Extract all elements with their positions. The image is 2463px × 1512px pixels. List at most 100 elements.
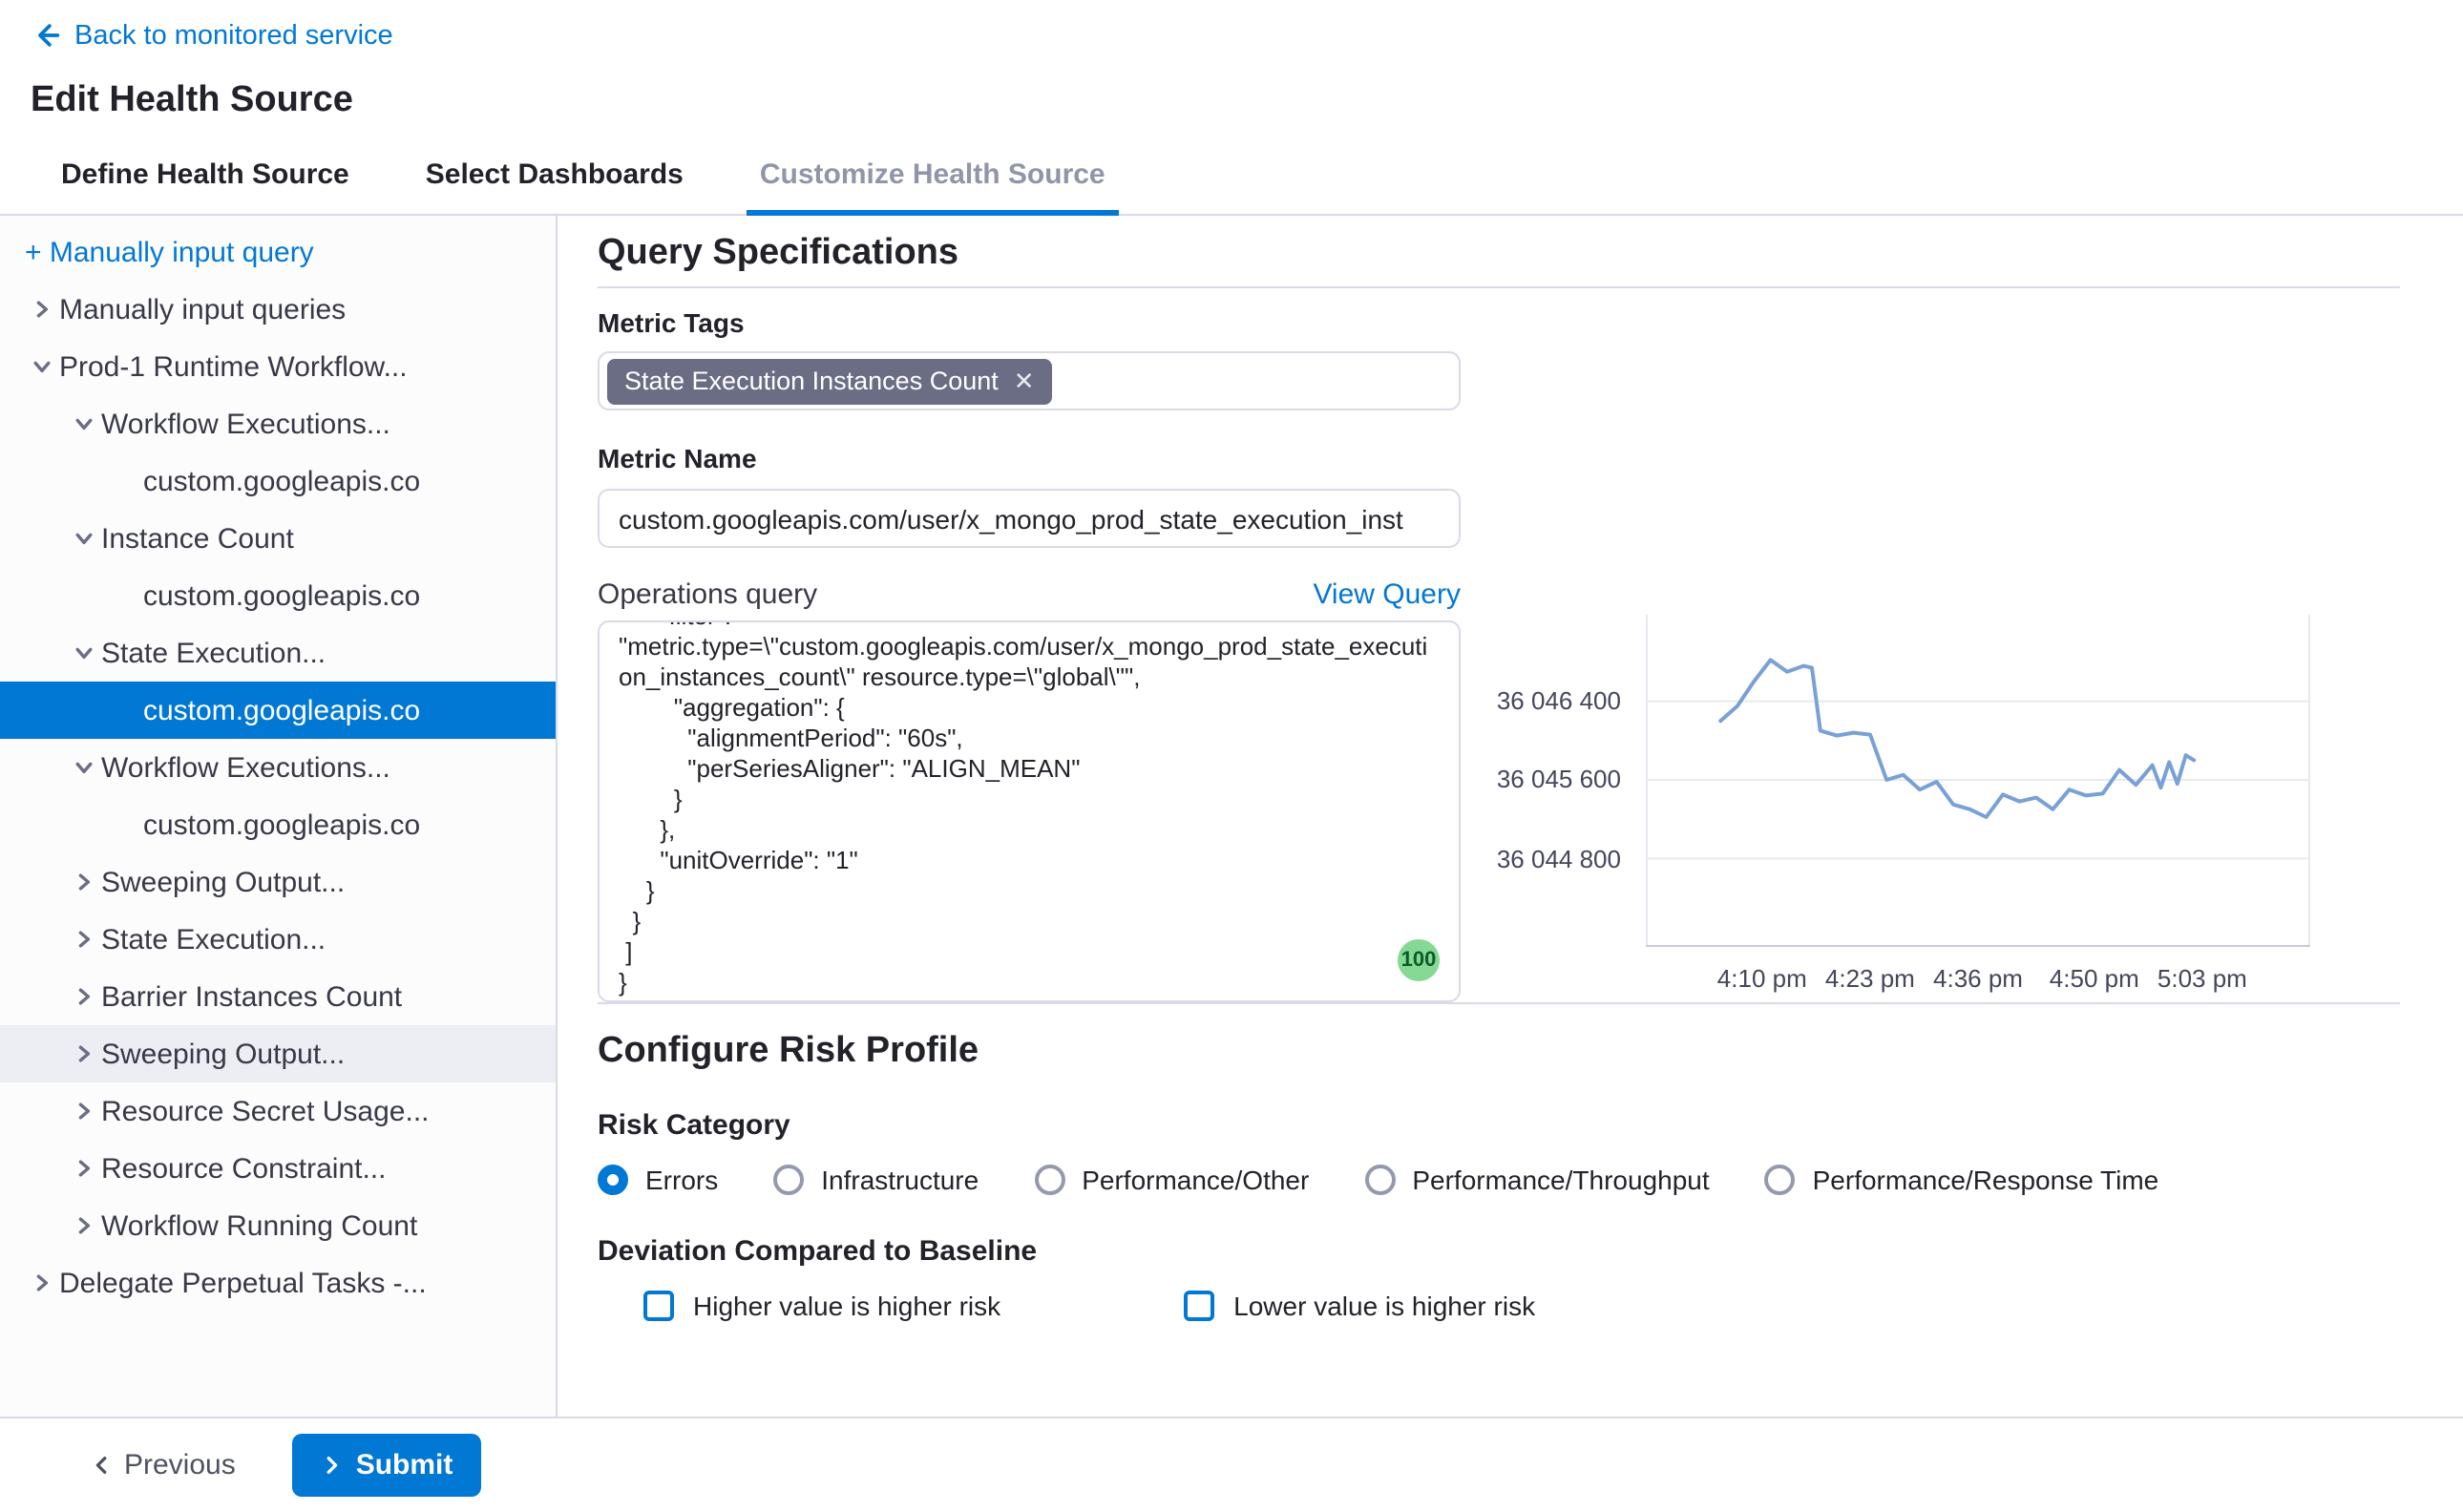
tree-item-delegate-perpetual-tasks[interactable]: Delegate Perpetual Tasks -...	[0, 1254, 556, 1312]
deviation-options: Higher value is higher risk Lower value i…	[598, 1291, 2400, 1321]
radio-icon	[773, 1165, 804, 1195]
checkbox-icon	[643, 1291, 674, 1321]
radio-label: Errors	[645, 1165, 718, 1195]
tree-item-workflow-executions[interactable]: Workflow Executions...	[0, 395, 556, 452]
y-axis-label: 36 044 800	[1497, 844, 1621, 872]
checkbox-higher-value-is-higher-risk[interactable]: Higher value is higher risk	[643, 1291, 1000, 1321]
tree-item-sweeping-output[interactable]: Sweeping Output...	[0, 1025, 556, 1082]
previous-button[interactable]: Previous	[84, 1437, 243, 1492]
risk-category-label: Risk Category	[598, 1109, 2400, 1142]
tree-item-label: Prod-1 Runtime Workflow...	[59, 350, 408, 383]
tree-item-custom-googleapis-co[interactable]: custom.googleapis.co	[0, 796, 556, 853]
tree-item-barrier-instances-count[interactable]: Barrier Instances Count	[0, 968, 556, 1025]
tree-item-label: Workflow Running Count	[101, 1209, 417, 1242]
page-title: Edit Health Source	[31, 78, 2432, 122]
operations-query-label: Operations query	[598, 578, 817, 611]
query-tree-sidebar: + Manually input query Manually input qu…	[0, 216, 558, 1417]
back-arrow-icon[interactable]	[31, 19, 63, 52]
y-axis-label: 36 046 400	[1497, 687, 1621, 716]
tree-item-instance-count[interactable]: Instance Count	[0, 510, 556, 567]
tree-item-workflow-running-count[interactable]: Workflow Running Count	[0, 1197, 556, 1254]
tree-item-workflow-executions[interactable]: Workflow Executions...	[0, 739, 556, 796]
tree-item-state-execution[interactable]: State Execution...	[0, 911, 556, 968]
metric-chart: 36 046 40036 045 60036 044 8004:10 pm4:2…	[1646, 615, 2310, 947]
chevron-down-icon[interactable]	[73, 641, 95, 664]
tag-chip: State Execution Instances Count ✕	[607, 358, 1052, 404]
metric-line	[1720, 660, 2194, 817]
tab-define-health-source[interactable]: Define Health Source	[48, 137, 363, 214]
tree-item-resource-secret-usage[interactable]: Resource Secret Usage...	[0, 1082, 556, 1140]
page-header: Back to monitored service Edit Health So…	[0, 0, 2463, 122]
radio-label: Performance/Throughput	[1412, 1165, 1709, 1195]
chevron-right-icon[interactable]	[73, 1214, 95, 1237]
metric-name-input[interactable]	[598, 489, 1461, 548]
metric-tags-input[interactable]: State Execution Instances Count ✕	[598, 351, 1461, 410]
tree-item-manually-input-queries[interactable]: Manually input queries	[0, 281, 556, 338]
tab-customize-health-source[interactable]: Customize Health Source	[747, 137, 1119, 214]
view-query-link[interactable]: View Query	[1313, 578, 1461, 611]
x-axis-label: 4:36 pm	[1933, 964, 2023, 993]
tree-item-state-execution[interactable]: State Execution...	[0, 624, 556, 682]
remove-tag-icon[interactable]: ✕	[1014, 368, 1035, 393]
checkbox-lower-value-is-higher-risk[interactable]: Lower value is higher risk	[1184, 1291, 1535, 1321]
edit-health-source-page: Back to monitored service Edit Health So…	[0, 0, 2463, 1512]
tree-item-label: custom.googleapis.co	[143, 694, 420, 726]
tree-item-label: State Execution...	[101, 923, 326, 956]
submit-button-label: Submit	[356, 1448, 453, 1480]
chevron-right-icon[interactable]	[73, 928, 95, 951]
chevron-right-icon	[322, 1454, 343, 1475]
radio-performance-other[interactable]: Performance/Other	[1034, 1165, 1309, 1195]
query-specifications-title: Query Specifications	[598, 233, 2400, 275]
risk-category-options: Errors Infrastructure Performance/Other Per…	[598, 1165, 2400, 1195]
chevron-down-icon[interactable]	[73, 412, 95, 435]
tab-bar: Define Health Source Select Dashboards Cus…	[0, 137, 2463, 216]
radio-label: Infrastructure	[821, 1165, 979, 1195]
chevron-right-icon[interactable]	[31, 298, 53, 321]
metric-name-label: Metric Name	[598, 443, 2400, 475]
chevron-right-icon[interactable]	[73, 1157, 95, 1180]
tab-select-dashboards[interactable]: Select Dashboards	[412, 137, 697, 214]
chevron-right-icon[interactable]	[31, 1271, 53, 1294]
chevron-right-icon[interactable]	[73, 1100, 95, 1123]
chevron-down-icon[interactable]	[31, 355, 53, 378]
tree-item-label: Sweeping Output...	[101, 866, 345, 898]
radio-performance-response-time[interactable]: Performance/Response Time	[1765, 1165, 2159, 1195]
checkbox-label: Higher value is higher risk	[693, 1291, 1000, 1321]
back-to-monitored-service-link[interactable]: Back to monitored service	[31, 19, 393, 52]
tree-item-custom-googleapis-co[interactable]: custom.googleapis.co	[0, 682, 556, 739]
back-link-label: Back to monitored service	[74, 20, 393, 51]
radio-errors[interactable]: Errors	[598, 1165, 718, 1195]
submit-button[interactable]: Submit	[293, 1433, 482, 1496]
main-panel: Query Specifications Metric Tags State E…	[558, 216, 2463, 1417]
radio-label: Performance/Response Time	[1813, 1165, 2159, 1195]
x-axis-label: 4:50 pm	[2050, 964, 2139, 993]
footer-bar: Previous Submit	[0, 1417, 2463, 1510]
chevron-down-icon[interactable]	[73, 756, 95, 779]
radio-infrastructure[interactable]: Infrastructure	[773, 1165, 979, 1195]
section-divider	[598, 286, 2400, 288]
operations-query-row: Operations query View Query	[598, 578, 1461, 611]
health-source-tree: Manually input queries Prod-1 Runtime Wor…	[0, 281, 556, 1312]
tree-item-label: custom.googleapis.co	[143, 465, 420, 497]
tree-item-custom-googleapis-co[interactable]: custom.googleapis.co	[0, 567, 556, 624]
operations-query-editor[interactable]: "filter": "metric.type=\"custom.googleap…	[598, 620, 1461, 1002]
tree-item-label: custom.googleapis.co	[143, 579, 420, 612]
radio-icon	[1765, 1165, 1796, 1195]
tree-item-label: Barrier Instances Count	[101, 980, 402, 1013]
radio-performance-throughput[interactable]: Performance/Throughput	[1364, 1165, 1709, 1195]
x-axis-label: 4:23 pm	[1825, 964, 1915, 993]
deviation-label: Deviation Compared to Baseline	[598, 1235, 2400, 1268]
add-manual-query-link[interactable]: + Manually input query	[0, 223, 556, 281]
chevron-right-icon[interactable]	[73, 985, 95, 1008]
tree-item-label: Sweeping Output...	[101, 1038, 345, 1070]
tag-chip-label: State Execution Instances Count	[624, 366, 999, 396]
previous-button-label: Previous	[124, 1448, 236, 1480]
tree-item-sweeping-output[interactable]: Sweeping Output...	[0, 853, 556, 911]
tree-item-resource-constraint[interactable]: Resource Constraint...	[0, 1140, 556, 1197]
tree-item-prod-1-runtime-workflow[interactable]: Prod-1 Runtime Workflow...	[0, 338, 556, 395]
tree-item-label: custom.googleapis.co	[143, 808, 420, 841]
chevron-down-icon[interactable]	[73, 527, 95, 550]
tree-item-custom-googleapis-co[interactable]: custom.googleapis.co	[0, 452, 556, 510]
chevron-right-icon[interactable]	[73, 871, 95, 893]
chevron-right-icon[interactable]	[73, 1042, 95, 1065]
